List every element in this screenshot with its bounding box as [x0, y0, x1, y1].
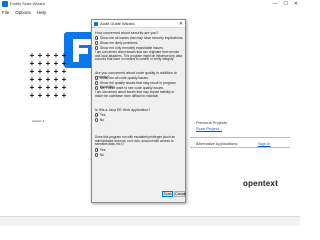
radio-selected[interactable]	[95, 113, 99, 117]
dialog-title: Audit Guide Wizard	[100, 21, 135, 26]
menu-options[interactable]: Options	[15, 10, 31, 15]
app-icon	[2, 1, 8, 7]
radio-selected[interactable]	[95, 36, 99, 40]
privileges-question: Does this program run with escalated pri…	[95, 135, 175, 147]
menu-bar: File Options Help	[0, 8, 300, 16]
audit-guide-dialog: Audit Guide Wizard ✕ How concerned about…	[91, 19, 186, 203]
quality-description: I am concerned about issues that may imp…	[95, 90, 175, 98]
plus-pattern: + + + + + + + + + + + + + + + + + + + + …	[28, 52, 68, 100]
plus-icon: +	[53, 91, 59, 100]
security-option-all[interactable]: Show me all issues that may have securit…	[95, 36, 183, 40]
security-description: I am concerned about issues that can ori…	[95, 50, 182, 62]
cancel-button[interactable]: Cancel	[174, 191, 186, 197]
privileges-option-no[interactable]: No	[95, 153, 104, 157]
javaee-question: Is this a Java EE Web application?	[95, 108, 151, 112]
previous-projects-heading: Previous Projects	[196, 120, 228, 125]
dialog-app-icon	[94, 22, 98, 26]
radio-selected[interactable]	[95, 76, 99, 80]
dialog-close-icon[interactable]: ✕	[179, 20, 183, 28]
privileges-option-yes[interactable]: Yes	[95, 148, 105, 152]
menu-help[interactable]: Help	[37, 10, 46, 15]
radio-unselected[interactable]	[95, 81, 99, 85]
close-icon[interactable]: ✕	[294, 1, 298, 7]
alternative-applications-heading: Alternative Applications	[196, 141, 238, 146]
security-question: How concerned about security are you?	[95, 31, 159, 35]
divider	[190, 137, 290, 138]
window-controls: — ☐ ✕	[272, 0, 298, 8]
maximize-icon[interactable]: ☐	[283, 1, 287, 7]
menu-file[interactable]: File	[2, 10, 9, 15]
plus-icon: +	[29, 91, 35, 100]
plus-icon: +	[45, 91, 51, 100]
javaee-option-no[interactable]: No	[95, 118, 104, 122]
version-label: version 1	[32, 119, 45, 123]
security-option-likely[interactable]: Show me likely problems.	[95, 41, 138, 45]
radio-unselected[interactable]	[95, 41, 99, 45]
radio-unselected[interactable]	[95, 153, 99, 157]
plus-icon: +	[61, 91, 67, 100]
divider	[190, 147, 290, 148]
plus-icon: +	[37, 91, 43, 100]
minimize-icon[interactable]: —	[272, 1, 277, 7]
quality-option-all[interactable]: Show me all code quality issues.	[95, 76, 149, 80]
opentext-logo: opentext	[243, 179, 278, 188]
radio-selected[interactable]	[95, 148, 99, 152]
sign-in-link[interactable]: Sign In	[258, 141, 270, 146]
radio-unselected[interactable]	[95, 118, 99, 122]
javaee-option-yes[interactable]: Yes	[95, 113, 105, 117]
window-title: Fortify Scan Wizard	[10, 1, 45, 6]
dialog-titlebar: Audit Guide Wizard ✕	[92, 20, 185, 28]
scan-project-link[interactable]: Scan Project...	[196, 126, 222, 131]
scan-button[interactable]: Scan	[162, 191, 173, 197]
status-bar	[0, 216, 300, 226]
window-titlebar: Fortify Scan Wizard — ☐ ✕	[0, 0, 300, 8]
